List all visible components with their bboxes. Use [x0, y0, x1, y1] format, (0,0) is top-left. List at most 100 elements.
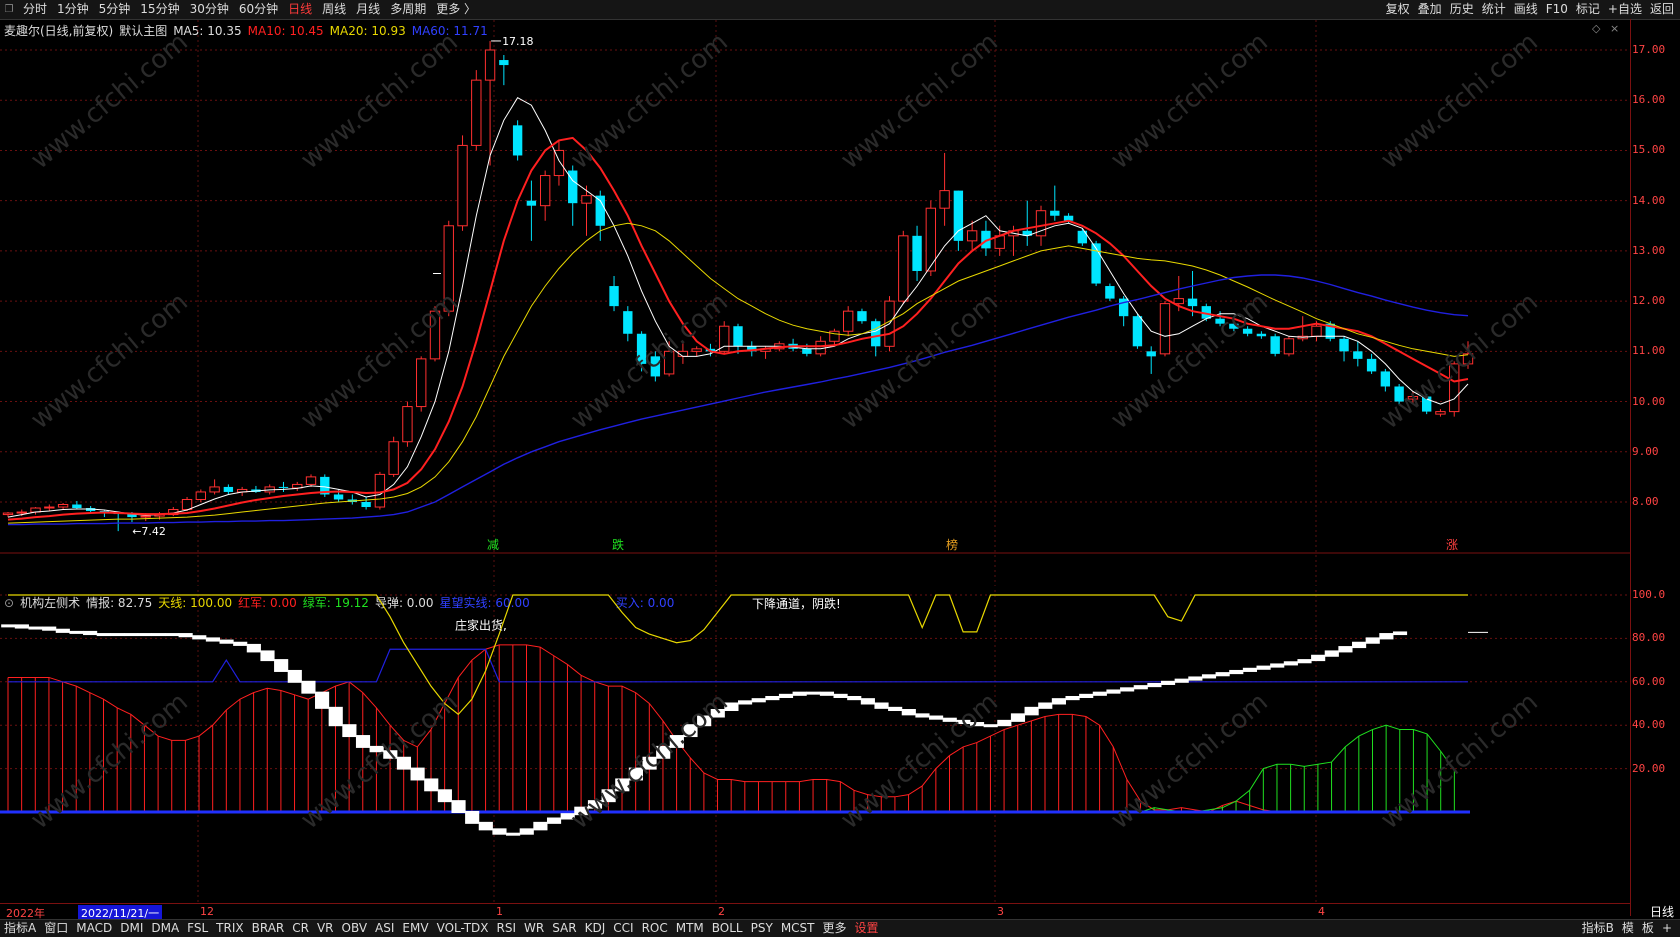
tab-6[interactable]: 日线 [283, 0, 317, 19]
candle[interactable] [912, 225, 922, 282]
candle[interactable] [320, 474, 330, 497]
candle[interactable] [747, 341, 757, 357]
candle[interactable] [981, 220, 991, 256]
indicator-tab-0[interactable]: 指标A [0, 920, 40, 937]
candle[interactable] [1050, 185, 1060, 221]
candle[interactable] [251, 485, 261, 493]
candle[interactable] [209, 479, 220, 495]
candle[interactable] [526, 180, 537, 241]
candle[interactable] [1022, 200, 1032, 246]
candle[interactable] [402, 401, 413, 447]
top-right-button-3[interactable]: 统计 [1478, 0, 1510, 19]
indicator-tab-6[interactable]: TRIX [212, 920, 247, 937]
indicator-tab-5[interactable]: FSL [183, 920, 212, 937]
indicator-tab-25[interactable]: 设置 [851, 920, 883, 937]
tab-10[interactable]: 更多 〉 [431, 0, 481, 19]
tab-1[interactable]: 1分钟 [52, 0, 94, 19]
top-right-button-1[interactable]: 叠加 [1414, 0, 1446, 19]
candle[interactable] [539, 170, 551, 221]
indicator-tab-22[interactable]: PSY [747, 920, 777, 937]
candle[interactable] [1118, 296, 1129, 327]
candle[interactable] [113, 512, 123, 532]
candle[interactable] [292, 481, 303, 491]
candle[interactable] [1256, 331, 1267, 339]
candle[interactable] [305, 474, 317, 487]
candle[interactable] [388, 436, 399, 477]
indicator-tab-24[interactable]: 更多 [819, 920, 851, 937]
top-right-button-8[interactable]: 返回 [1646, 0, 1678, 19]
indicator-tab-4[interactable]: DMA [147, 920, 183, 937]
candle[interactable] [1339, 336, 1349, 362]
top-right-button-7[interactable]: +自选 [1604, 0, 1646, 19]
candle[interactable] [925, 200, 937, 276]
candle[interactable] [57, 503, 69, 510]
top-right-button-6[interactable]: 标记 [1572, 0, 1604, 19]
candle[interactable] [719, 321, 730, 354]
indicator-tab-16[interactable]: SAR [548, 920, 580, 937]
indicator-tab-20[interactable]: MTM [672, 920, 708, 937]
candle[interactable] [347, 494, 358, 505]
candle[interactable] [1270, 333, 1280, 357]
indicator-tab-21[interactable]: BOLL [708, 920, 747, 937]
tab-9[interactable]: 多周期 [385, 0, 431, 19]
window-restore-icon[interactable]: ❐ [0, 0, 18, 19]
top-right-button-5[interactable]: F10 [1542, 0, 1572, 19]
candle[interactable] [623, 306, 633, 342]
candle[interactable] [733, 323, 743, 354]
candle[interactable] [939, 152, 950, 226]
candle[interactable] [691, 346, 702, 357]
bottom-right-button-2[interactable]: 板 [1638, 920, 1658, 937]
candle[interactable] [471, 70, 482, 151]
candle[interactable] [1105, 283, 1115, 302]
indicator-tab-3[interactable]: DMI [116, 920, 147, 937]
indicator-tab-18[interactable]: CCI [609, 920, 637, 937]
candle[interactable] [843, 306, 854, 337]
candle[interactable] [788, 338, 798, 352]
candle[interactable] [1353, 341, 1363, 367]
indicator-tab-7[interactable]: BRAR [248, 920, 289, 937]
top-right-button-2[interactable]: 历史 [1446, 0, 1478, 19]
candle[interactable] [1077, 228, 1088, 246]
tab-2[interactable]: 5分钟 [94, 0, 136, 19]
indicator-tab-8[interactable]: CR [288, 920, 313, 937]
candle[interactable] [553, 140, 565, 186]
candle[interactable] [278, 481, 289, 492]
indicator-tab-15[interactable]: WR [520, 920, 548, 937]
tab-5[interactable]: 60分钟 [234, 0, 283, 19]
indicator-tab-9[interactable]: VR [313, 920, 338, 937]
candle[interactable] [953, 190, 964, 251]
candle[interactable] [374, 471, 386, 510]
indicator-tab-2[interactable]: MACD [72, 920, 116, 937]
candle[interactable] [1366, 353, 1377, 374]
main-kline-chart[interactable]: 17.18 ←7.42 减 跌 榜 涨 www.cfchi.com www.cfchi.com… [0, 20, 1630, 586]
indicator-tab-19[interactable]: ROC [638, 920, 672, 937]
candle[interactable] [1132, 313, 1143, 349]
candle[interactable] [1435, 409, 1446, 417]
indicator-tab-14[interactable]: RSI [493, 920, 521, 937]
candle[interactable] [568, 165, 578, 226]
indicator-tab-11[interactable]: ASI [371, 920, 398, 937]
indicator-tab-12[interactable]: EMV [398, 920, 432, 937]
candle[interactable] [30, 507, 41, 515]
candle[interactable] [457, 135, 468, 231]
candle[interactable] [857, 308, 867, 324]
top-right-button-0[interactable]: 复权 [1382, 0, 1414, 19]
candle[interactable] [44, 504, 55, 512]
indicator-tab-1[interactable]: 窗口 [40, 920, 72, 937]
candle[interactable] [361, 496, 371, 510]
tab-8[interactable]: 月线 [351, 0, 385, 19]
candle[interactable] [499, 55, 509, 86]
bottom-right-button-1[interactable]: 模 [1618, 920, 1638, 937]
indicator-tab-10[interactable]: OBV [338, 920, 372, 937]
candle[interactable] [898, 230, 909, 304]
candle[interactable] [1159, 301, 1171, 357]
indicator-chart[interactable]: 庄家出货,下降通道，阴跌!www.cfchi.com www.cfchi.com w… [0, 590, 1630, 902]
bottom-right-button-3[interactable]: + [1658, 920, 1676, 937]
tab-4[interactable]: 30分钟 [185, 0, 234, 19]
top-right-button-4[interactable]: 画线 [1510, 0, 1542, 19]
tab-0[interactable]: 分时 [18, 0, 52, 19]
candle[interactable] [223, 484, 234, 495]
candle[interactable] [1380, 368, 1391, 392]
indicator-tab-23[interactable]: MCST [777, 920, 819, 937]
candle[interactable] [512, 120, 523, 161]
